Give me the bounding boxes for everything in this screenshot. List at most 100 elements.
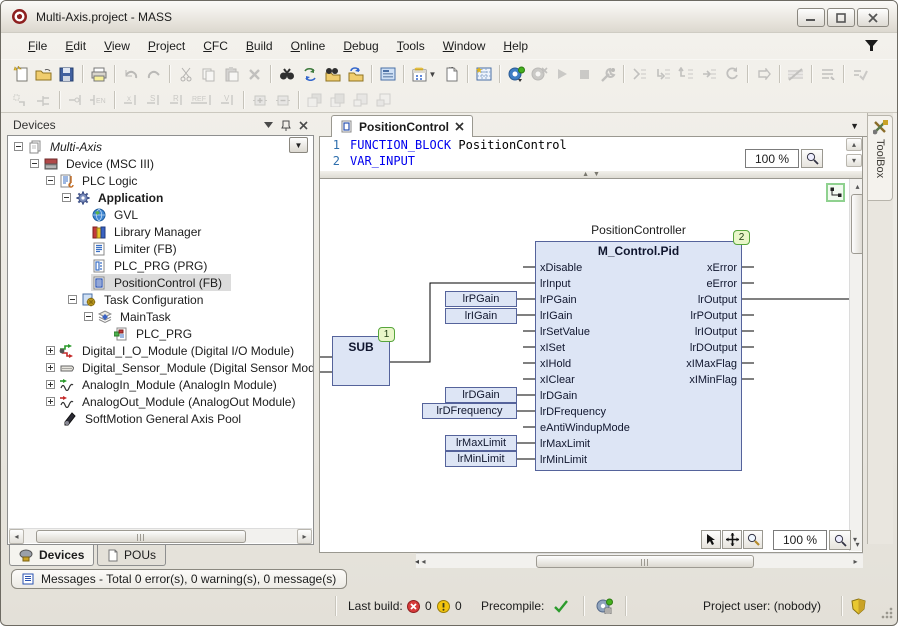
cfc-send-to-back-icon[interactable]: [303, 89, 326, 111]
menu-edit[interactable]: Edit: [56, 36, 95, 56]
editor-zoom-select-button[interactable]: [801, 149, 823, 168]
cfc-reset-icon[interactable]: R: [165, 89, 188, 111]
editor-splitter[interactable]: ▲▼: [319, 171, 863, 179]
cfc-set-icon[interactable]: S: [142, 89, 165, 111]
tree-item-gvl[interactable]: GVL: [8, 206, 313, 223]
display-mode-icon[interactable]: [816, 63, 839, 85]
diagram-scroll-up-icon[interactable]: ▴: [850, 179, 863, 193]
cfc-value-icon[interactable]: V: [216, 89, 239, 111]
cfc-move-down-icon[interactable]: [372, 89, 395, 111]
diagram-vscrollbar[interactable]: ▴ ▾: [849, 179, 863, 551]
step-out-icon[interactable]: [674, 63, 697, 85]
sub-block[interactable]: SUB: [332, 336, 390, 386]
cfc-negate-icon[interactable]: x: [119, 89, 142, 111]
tree-item-softmotion-axis-pool[interactable]: SoftMotion General Axis Pool: [8, 410, 313, 427]
find-icon[interactable]: [275, 63, 298, 85]
menu-project[interactable]: Project: [139, 36, 194, 56]
tree-item-maintask[interactable]: MainTask: [8, 308, 313, 325]
cfc-ref-icon[interactable]: REF: [188, 89, 216, 111]
minimize-button[interactable]: [797, 8, 825, 27]
zoom-tool-button[interactable]: [743, 530, 763, 549]
tree-item-library-manager[interactable]: Library Manager: [8, 223, 313, 240]
input-box-lrdfrequency[interactable]: lrDFrequency: [422, 403, 517, 419]
messages-bar[interactable]: Messages - Total 0 error(s), 0 warning(s…: [11, 569, 347, 589]
stop-icon[interactable]: [573, 63, 596, 85]
delete-icon[interactable]: [243, 63, 266, 85]
cfc-en-eno-icon[interactable]: EN: [87, 89, 110, 111]
menu-file[interactable]: File: [19, 36, 56, 56]
diagram-zoom-value[interactable]: 100 %: [773, 530, 827, 550]
properties-icon[interactable]: [376, 63, 399, 85]
tree-item-digital-io-module[interactable]: Digital_I_O_Module (Digital I/O Module): [8, 342, 313, 359]
input-box-lrdgain[interactable]: lrDGain: [445, 387, 517, 403]
open-project-icon[interactable]: [32, 63, 55, 85]
pid-function-block[interactable]: M_Control.Pid xDisablelrInput lrPGainlrI…: [535, 241, 742, 471]
start-icon[interactable]: [550, 63, 573, 85]
breakpoint-icon[interactable]: [752, 63, 775, 85]
diagram-zoom-select-button[interactable]: [829, 530, 851, 550]
tree-item-digital-sensor-module[interactable]: Digital_Sensor_Module (Digital Sensor Mo…: [8, 359, 313, 376]
flow-control-icon[interactable]: [784, 63, 807, 85]
menu-online[interactable]: Online: [282, 36, 335, 56]
tree-hscrollbar[interactable]: ◂ ▸: [9, 528, 312, 543]
menu-cfc[interactable]: CFC: [194, 36, 237, 56]
paste-icon[interactable]: [220, 63, 243, 85]
tab-positioncontrol[interactable]: PositionControl: [331, 115, 473, 137]
code-scroll-down-icon[interactable]: ▾: [846, 154, 862, 168]
restore-button[interactable]: [827, 8, 855, 27]
cfc-bring-to-front-icon[interactable]: [326, 89, 349, 111]
build-icon[interactable]: [596, 63, 619, 85]
new-project-icon[interactable]: [9, 63, 32, 85]
panel-close-icon[interactable]: [299, 121, 308, 130]
cfc-branch-icon[interactable]: [32, 89, 55, 111]
step-into-icon[interactable]: [651, 63, 674, 85]
tree-item-application[interactable]: Application: [8, 189, 313, 206]
replace-in-project-icon[interactable]: [344, 63, 367, 85]
input-box-lrpgain[interactable]: lrPGain: [445, 291, 517, 307]
cfc-diagram[interactable]: PositionController M_Control.Pid xDisabl…: [319, 179, 863, 553]
tree-item-plc-prg[interactable]: PLC_PRG (PRG): [8, 257, 313, 274]
tab-list-dropdown-icon[interactable]: ▼: [850, 121, 859, 131]
auto-route-button[interactable]: [826, 183, 845, 202]
bottom-tab-pous[interactable]: POUs: [97, 545, 166, 566]
diagram-zoom-dropdown-icon[interactable]: ▾: [853, 535, 857, 544]
tree-item-project[interactable]: Multi-Axis: [8, 138, 313, 155]
insert-box-dropdown-icon[interactable]: ▼: [408, 63, 440, 85]
cut-icon[interactable]: [174, 63, 197, 85]
tree-item-plc-logic[interactable]: PLC Logic: [8, 172, 313, 189]
tree-item-analogout-module[interactable]: AnalogOut_Module (AnalogOut Module): [8, 393, 313, 410]
menu-view[interactable]: View: [95, 36, 139, 56]
find-in-project-icon[interactable]: [321, 63, 344, 85]
menu-tools[interactable]: Tools: [388, 36, 434, 56]
single-cycle-icon[interactable]: [720, 63, 743, 85]
login-icon[interactable]: [504, 63, 527, 85]
tab-scroll-left-icon[interactable]: ◂: [415, 557, 419, 566]
menu-debug[interactable]: Debug: [334, 36, 387, 56]
cfc-add-input-icon[interactable]: [248, 89, 271, 111]
logout-icon[interactable]: [527, 63, 550, 85]
new-pou-icon[interactable]: [440, 63, 463, 85]
tab-close-icon[interactable]: [455, 122, 464, 131]
tree-item-analogin-module[interactable]: AnalogIn_Module (AnalogIn Module): [8, 376, 313, 393]
filter-icon[interactable]: [864, 39, 879, 53]
diagram-hscrollbar[interactable]: ◂ ▸: [416, 553, 863, 568]
menu-build[interactable]: Build: [237, 36, 282, 56]
cfc-route-icon[interactable]: [9, 89, 32, 111]
accept-changes-icon[interactable]: [848, 63, 871, 85]
tree-scroll-right-icon[interactable]: ▸: [297, 529, 312, 544]
bottom-tab-devices[interactable]: Devices: [9, 545, 94, 566]
cfc-move-up-icon[interactable]: [349, 89, 372, 111]
resize-grip[interactable]: [881, 607, 893, 619]
cfc-output-icon[interactable]: [64, 89, 87, 111]
edit-object-icon[interactable]: [472, 63, 495, 85]
editor-zoom-value[interactable]: 100 %: [745, 149, 799, 168]
run-to-cursor-icon[interactable]: [697, 63, 720, 85]
input-box-lrminlimit[interactable]: lrMinLimit: [445, 451, 517, 467]
redo-icon[interactable]: [142, 63, 165, 85]
save-icon[interactable]: [55, 63, 78, 85]
tree-item-task-configuration[interactable]: Task Configuration: [8, 291, 313, 308]
toolbox-tab[interactable]: ToolBox: [868, 115, 893, 201]
select-tool-button[interactable]: [701, 530, 721, 549]
pin-icon[interactable]: [281, 120, 291, 131]
input-box-lrmaxlimit[interactable]: lrMaxLimit: [445, 435, 517, 451]
